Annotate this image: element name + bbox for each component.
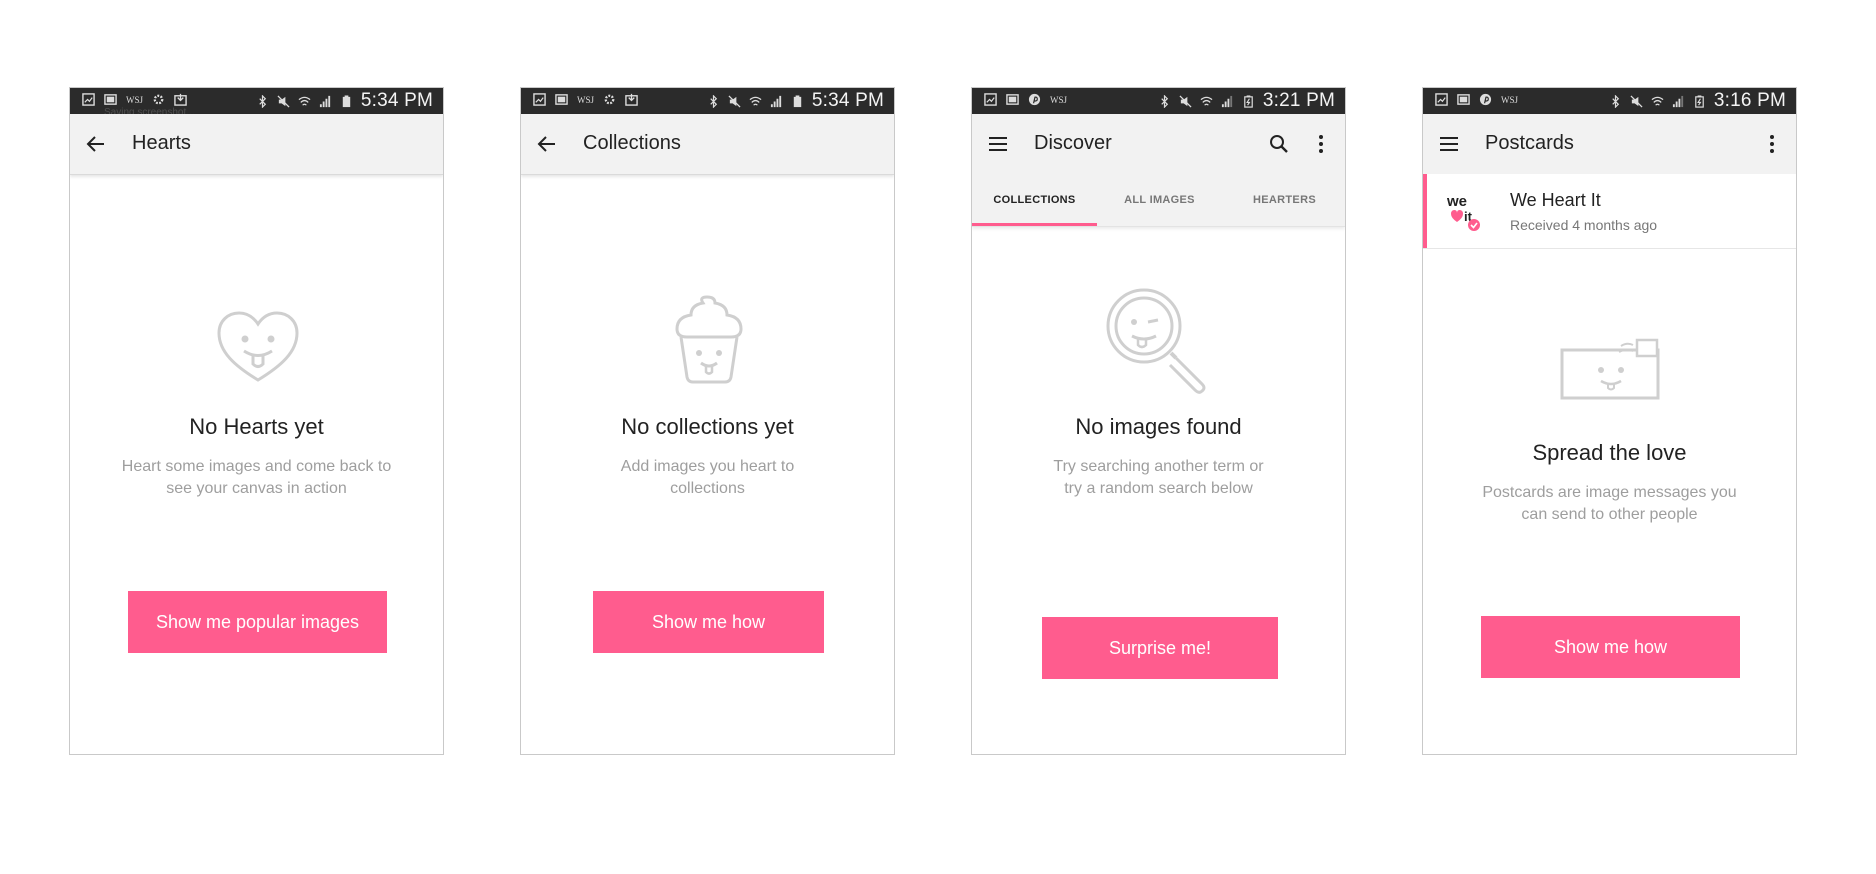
status-bar: WSJ 3:21 PM	[972, 88, 1345, 114]
bluetooth-icon	[710, 94, 717, 108]
wsj-icon: WSJ	[577, 94, 595, 105]
arrow-back-icon[interactable]	[84, 132, 108, 156]
status-time: 5:34 PM	[811, 90, 884, 111]
battery-charging-icon	[1244, 94, 1253, 108]
empty-state-subtext: Add images you heart to collections	[620, 458, 795, 497]
page-title: Hearts	[132, 132, 191, 154]
app-bar: Postcards	[1423, 114, 1796, 175]
more-vert-icon[interactable]	[1760, 132, 1784, 156]
gear-icon	[604, 94, 615, 105]
surprise-me-button[interactable]: Surprise me!	[1042, 617, 1278, 679]
status-bar: WSJ 5:34 PM Saving screenshot...	[70, 88, 443, 118]
signal-icon	[319, 95, 330, 107]
page-title: Discover	[1034, 132, 1112, 154]
wsj-icon: WSJ	[126, 94, 144, 105]
tab-hearters[interactable]: HEARTERS	[1222, 174, 1345, 226]
image-icon	[533, 93, 546, 106]
wifi-icon	[298, 96, 311, 106]
bluetooth-icon	[1612, 94, 1619, 108]
status-time: 3:21 PM	[1262, 90, 1335, 111]
search-icon[interactable]	[1267, 132, 1291, 156]
app-bar: Discover	[972, 114, 1345, 174]
status-icons-right: 3:16 PM	[1609, 90, 1786, 112]
pinterest-icon	[1028, 93, 1041, 106]
download-icon	[174, 93, 187, 106]
sender-name: We Heart It	[1510, 190, 1601, 210]
phone-screen-postcards: WSJ 3:16 PM Postcards we it We Heart It …	[1422, 87, 1797, 755]
mute-icon	[1630, 94, 1643, 108]
received-time: Received 4 months ago	[1510, 217, 1658, 233]
bluetooth-icon	[1161, 94, 1168, 108]
phone-screen-discover: WSJ 3:21 PM Discover COLLECTIONS ALL IMA…	[971, 87, 1346, 755]
empty-state-headline: No Hearts yet	[189, 414, 324, 439]
battery-icon	[342, 94, 351, 107]
status-bar: WSJ 5:34 PM	[521, 88, 894, 114]
mute-icon	[277, 94, 290, 108]
show-me-how-button[interactable]: Show me how	[1481, 616, 1740, 678]
status-icons-left: WSJ	[984, 93, 1067, 106]
image-icon	[1435, 93, 1448, 106]
empty-state-subtext: Try searching another term or try a rand…	[1053, 458, 1264, 497]
empty-state-headline: Spread the love	[1532, 440, 1687, 465]
more-vert-icon[interactable]	[1309, 132, 1333, 156]
status-icons-left: WSJ	[82, 93, 187, 106]
empty-state-headline: No collections yet	[621, 414, 794, 439]
arrow-back-icon[interactable]	[535, 132, 559, 156]
svg-text:we: we	[1446, 193, 1467, 210]
gallery-icon	[555, 94, 568, 105]
signal-icon	[770, 95, 781, 107]
gallery-icon	[1006, 94, 1019, 105]
cupcake-icon	[675, 295, 743, 384]
status-icons-right: 5:34 PM	[256, 90, 433, 112]
tab-all-images[interactable]: ALL IMAGES	[1097, 174, 1222, 226]
show-me-how-button[interactable]: Show me how	[593, 591, 824, 653]
mute-icon	[728, 94, 741, 108]
postcard-list-item[interactable]: we it We Heart It Received 4 months ago	[1423, 174, 1796, 249]
battery-charging-icon	[1695, 94, 1704, 108]
wsj-icon: WSJ	[1050, 94, 1068, 105]
status-bar: WSJ 3:16 PM	[1423, 88, 1796, 114]
status-icons-right: 3:21 PM	[1158, 90, 1335, 112]
status-time: 3:16 PM	[1713, 90, 1786, 111]
magnifier-face-icon	[1106, 288, 1206, 394]
tab-collections[interactable]: COLLECTIONS	[972, 174, 1097, 226]
gallery-icon	[104, 94, 117, 105]
signal-icon	[1672, 95, 1683, 107]
unread-indicator	[1423, 174, 1427, 248]
menu-icon[interactable]	[986, 132, 1010, 156]
heart-face-icon	[217, 311, 299, 382]
phone-screen-hearts: WSJ 5:34 PM Saving screenshot... Hearts …	[69, 87, 444, 755]
empty-state-subtext: Postcards are image messages you can sen…	[1482, 484, 1737, 523]
empty-state-headline: No images found	[1075, 414, 1242, 439]
app-bar: Hearts	[70, 114, 443, 175]
battery-icon	[793, 94, 802, 107]
postcard-icon	[1560, 338, 1660, 400]
phone-screen-collections: WSJ 5:34 PM Collections No collections y…	[520, 87, 895, 755]
menu-icon[interactable]	[1437, 132, 1461, 156]
image-icon	[984, 93, 997, 106]
status-icons-right: 5:34 PM	[707, 90, 884, 112]
tab-bar: COLLECTIONS ALL IMAGES HEARTERS	[972, 174, 1345, 227]
wifi-icon	[749, 96, 762, 106]
status-time: 5:34 PM	[360, 90, 433, 111]
show-popular-images-button[interactable]: Show me popular images	[128, 591, 387, 653]
wsj-icon: WSJ	[1501, 94, 1519, 105]
image-icon	[82, 93, 95, 106]
bluetooth-icon	[259, 94, 266, 108]
mute-icon	[1179, 94, 1192, 108]
wifi-icon	[1651, 96, 1664, 106]
pinterest-icon	[1479, 93, 1492, 106]
status-icons-left: WSJ	[533, 93, 638, 106]
gear-icon	[153, 94, 164, 105]
page-title: Postcards	[1485, 132, 1574, 154]
we-heart-it-logo-icon: we it	[1446, 193, 1480, 231]
gallery-icon	[1457, 94, 1470, 105]
app-bar: Collections	[521, 114, 894, 175]
wifi-icon	[1200, 96, 1213, 106]
empty-state-subtext: Heart some images and come back to see y…	[121, 458, 392, 497]
signal-icon	[1221, 95, 1232, 107]
status-icons-left: WSJ	[1435, 93, 1518, 106]
download-icon	[625, 93, 638, 106]
page-title: Collections	[583, 132, 681, 154]
